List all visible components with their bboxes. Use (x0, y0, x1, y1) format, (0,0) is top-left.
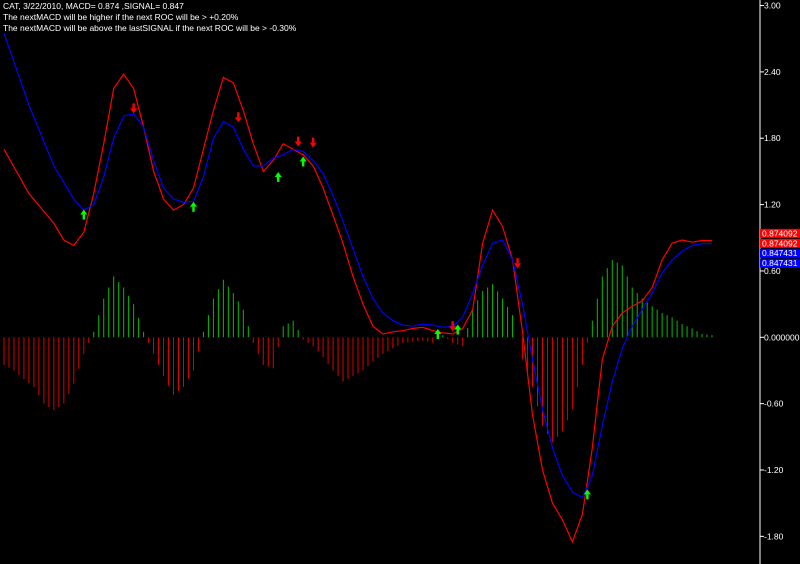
y-tick-label: -1.20 (764, 465, 784, 475)
buy-arrow-icon (80, 209, 88, 220)
y-tick-label: 0.000000 (764, 332, 800, 342)
y-tick-label: -1.80 (764, 531, 784, 541)
y-tick-label: -0.60 (764, 399, 784, 409)
header-line-1: CAT, 3/22/2010, MACD= 0.874 ,SIGNAL= 0.8… (3, 1, 184, 11)
y-axis: 3.002.401.801.200.600.000000-0.60-1.20-1… (759, 0, 800, 564)
y-tick-label: 2.40 (764, 67, 781, 77)
sell-arrow-icon (309, 137, 317, 148)
svg-text:0.874092: 0.874092 (762, 228, 798, 238)
sell-arrow-icon (234, 112, 242, 123)
signal-line (3, 33, 713, 499)
arrow-layer (80, 103, 591, 500)
y-tick-label: 1.80 (764, 133, 781, 143)
buy-arrow-icon (274, 171, 282, 182)
value-tag: 0.874092 (760, 228, 800, 238)
buy-arrow-icon (434, 328, 442, 339)
macd-line (3, 73, 712, 544)
svg-text:0.847431: 0.847431 (762, 258, 798, 268)
header-line-2: The nextMACD will be higher if the next … (3, 12, 239, 22)
value-tag: 0.874092 (760, 238, 800, 248)
y-tick-label: 1.20 (764, 200, 781, 210)
value-tag: 0.847431 (760, 248, 800, 258)
sell-arrow-icon (449, 321, 457, 332)
histogram-layer (3, 259, 713, 443)
value-tags: 0.8740920.8740920.8474310.847431 (760, 228, 800, 268)
macd-chart: 3.002.401.801.200.600.000000-0.60-1.20-1… (3, 0, 800, 564)
y-tick-label: 3.00 (764, 1, 781, 11)
svg-text:0.874092: 0.874092 (762, 238, 798, 248)
sell-arrow-icon (514, 258, 522, 269)
sell-arrow-icon (130, 103, 138, 114)
sell-arrow-icon (294, 136, 302, 147)
svg-text:0.847431: 0.847431 (762, 248, 798, 258)
value-tag: 0.847431 (760, 258, 800, 268)
header-line-3: The nextMACD will be above the lastSIGNA… (3, 23, 297, 33)
buy-arrow-icon (189, 201, 197, 212)
line-layer (3, 33, 713, 544)
